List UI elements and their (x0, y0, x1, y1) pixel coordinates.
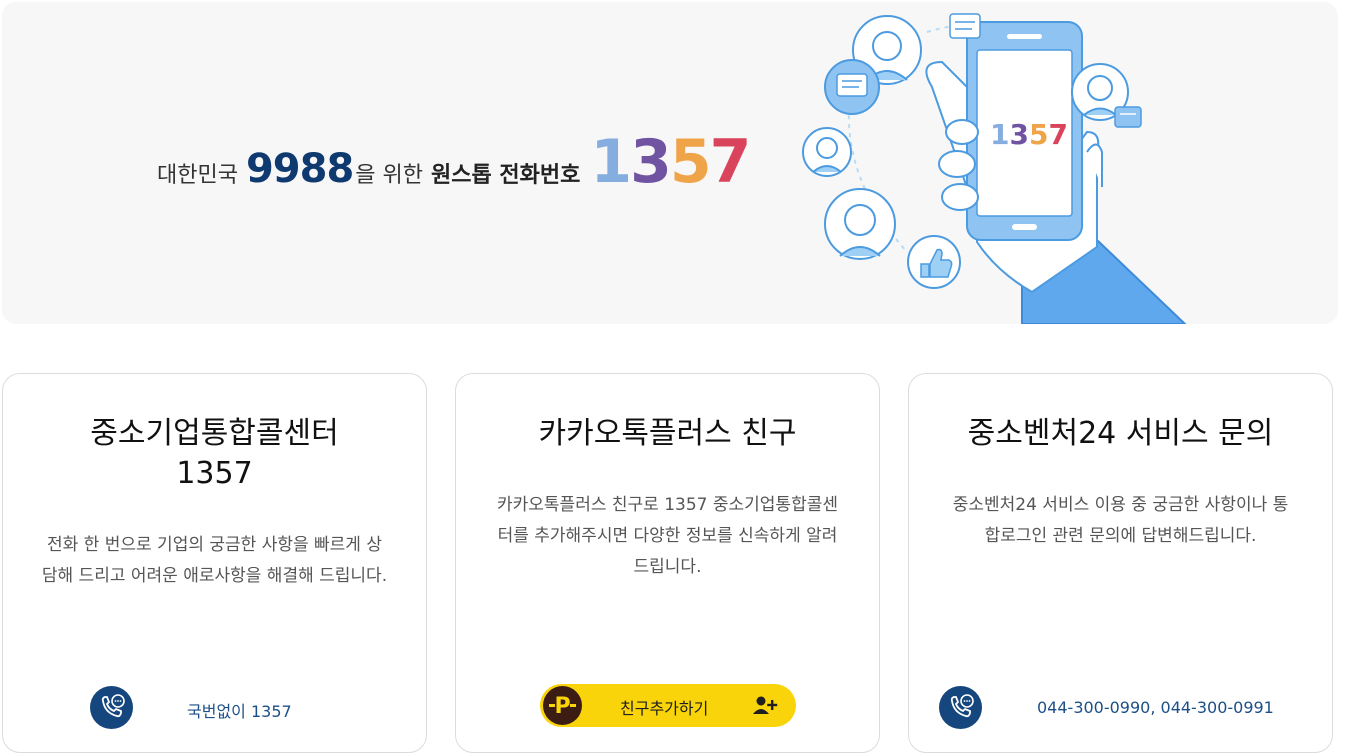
card-kakao: 카카오톡플러스 친구 카카오톡플러스 친구로 1357 중소기업통합콜센터를 추… (455, 373, 880, 753)
contact-row: 044-300-0990, 044-300-0991 (909, 686, 1332, 730)
add-friend-icon (753, 696, 778, 714)
card-title-line1: 중소기업통합콜센터 (90, 416, 339, 451)
card-smes24: 중소벤처24 서비스 문의 중소벤처24 서비스 이용 중 궁금한 사항이나 통… (908, 373, 1333, 753)
card-title: 중소기업통합콜센터 1357 (3, 414, 426, 494)
contact-row: 국번없이 1357 (3, 686, 426, 730)
contact-number[interactable]: 국번없이 1357 (187, 698, 292, 722)
card-description: 전화 한 번으로 기업의 궁금한 사항을 빠르게 상담해 드리고 어려운 애로사… (41, 535, 388, 586)
big-digit: 7 (709, 127, 752, 197)
banner-headline: 대한민국 9988 을 위한 원스톱 전화번호 1357 (157, 127, 752, 202)
avatar-icon (802, 127, 852, 177)
avatar-icon (824, 188, 896, 260)
big-number: 1357 (590, 127, 752, 197)
card-call-center: 중소기업통합콜센터 1357 전화 한 번으로 기업의 궁금한 사항을 빠르게 … (2, 373, 427, 753)
phone-screen-digit: 7 (1048, 118, 1067, 151)
phone-screen-number: 1357 (990, 118, 1068, 151)
big-digit: 5 (669, 127, 712, 197)
hero-banner: 대한민국 9988 을 위한 원스톱 전화번호 1357 1357 (2, 2, 1338, 324)
card-description: 중소벤처24 서비스 이용 중 궁금한 사항이나 통합로그인 관련 문의에 답변… (952, 495, 1289, 546)
big-digit: 3 (630, 127, 672, 197)
speech-bubble-icon (949, 13, 981, 39)
phone-screen-digit: 1 (990, 118, 1009, 151)
big-digit: 1 (590, 127, 632, 197)
card-description: 카카오톡플러스 친구로 1357 중소기업통합콜센터를 추가해주시면 다양한 정… (497, 495, 838, 577)
headline-number: 9988 (245, 146, 354, 192)
phone-screen-digit: 5 (1029, 118, 1048, 151)
card-title: 중소벤처24 서비스 문의 (967, 416, 1274, 451)
phone-illustration: 1357 (802, 13, 1187, 324)
card-title-line2: 1357 (176, 456, 253, 491)
svg-text:P: P (554, 694, 570, 719)
add-friend-label: 친구추가하기 (620, 699, 709, 718)
card-title: 카카오톡플러스 친구 (538, 416, 797, 451)
add-friend-button[interactable]: P 친구추가하기 (540, 684, 796, 727)
speech-bubble-icon (824, 59, 880, 115)
phone-screen-digit: 3 (1009, 118, 1028, 151)
phone-chat-icon[interactable] (90, 686, 133, 729)
headline-bold: 원스톱 전화번호 (431, 163, 581, 188)
kakao-plus-icon: P (543, 686, 582, 725)
thumbs-up-icon (907, 235, 961, 289)
phone-chat-icon[interactable] (939, 686, 982, 729)
headline-prefix: 대한민국 (157, 163, 238, 188)
contact-number[interactable]: 044-300-0990, 044-300-0991 (1037, 698, 1274, 717)
speech-bubble-icon (1114, 106, 1142, 128)
headline-middle: 을 위한 (355, 163, 424, 188)
